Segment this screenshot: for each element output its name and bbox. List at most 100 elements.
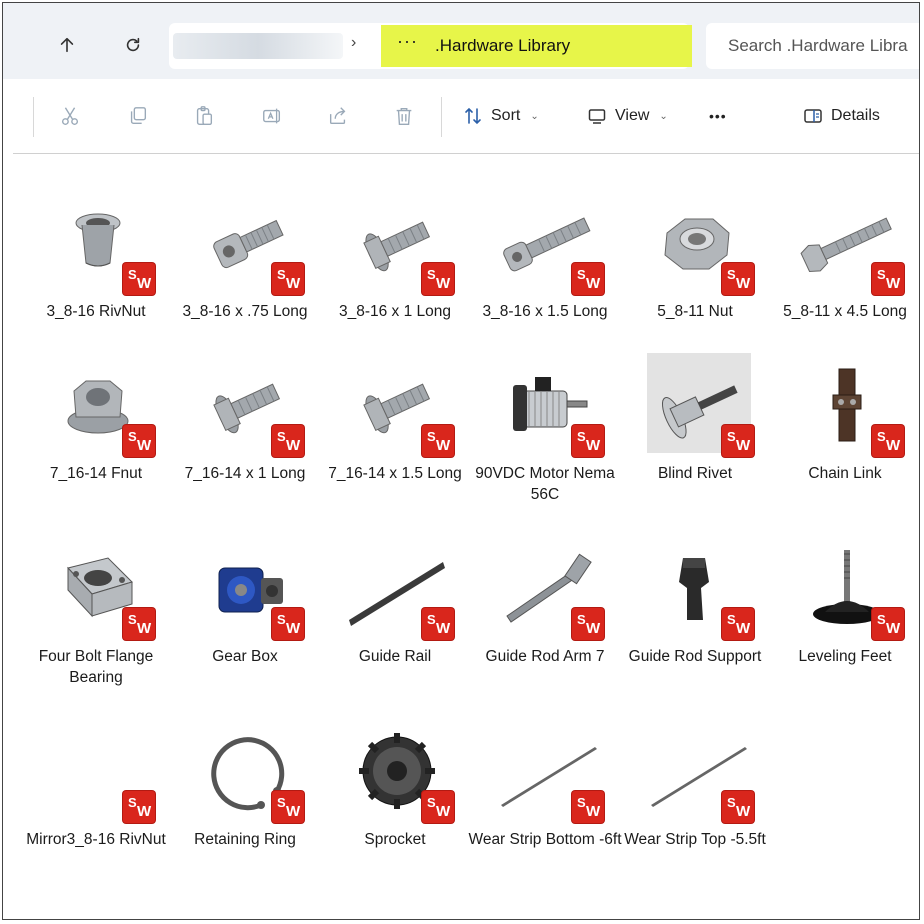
solidworks-badge-icon: SW	[722, 608, 754, 640]
solidworks-badge-icon: SW	[572, 263, 604, 295]
file-item[interactable]: S W 3_8-16 x .75 Long	[170, 153, 320, 323]
solidworks-badge-icon: SW	[422, 263, 454, 295]
solidworks-badge-icon: SW	[572, 791, 604, 823]
solidworks-badge-icon: SW	[572, 608, 604, 640]
file-name: Leveling Feet	[798, 648, 892, 665]
file-name: Mirror3_8-16 RivNut	[26, 831, 166, 848]
badge-letter: S	[128, 267, 137, 282]
file-item[interactable]: S W Four Bolt Flange Bearing	[21, 498, 171, 686]
file-item[interactable]: S W 3_8-16 RivNut	[21, 153, 171, 323]
file-item[interactable]: S W Guide Rod Arm 7	[470, 498, 620, 668]
solidworks-badge-icon: SW	[272, 263, 304, 295]
badge-letter: W	[137, 620, 152, 637]
file-grid: S W 3_8-16 RivNut S W 3_8-16 x .75 Long S W 3_8-…	[3, 153, 919, 919]
search-input[interactable]: Search .Hardware Libra	[728, 36, 908, 56]
file-item[interactable]: S W 7_16-14 Fnut	[21, 315, 171, 485]
solidworks-badge-icon: SW	[722, 425, 754, 457]
file-explorer-window: › ··· .Hardware Library Search .Hardware…	[2, 2, 920, 920]
badge-letter: S	[577, 795, 586, 810]
refresh-icon[interactable]	[113, 25, 153, 65]
file-item[interactable]: S W Mirror3_8-16 RivNut	[21, 681, 171, 851]
address-bar: › ··· .Hardware Library Search .Hardware…	[3, 3, 919, 79]
file-item[interactable]: S W 5_8-11 Nut	[620, 153, 770, 323]
badge-letter: S	[727, 612, 736, 627]
badge-letter: S	[577, 612, 586, 627]
rename-icon[interactable]	[259, 103, 285, 129]
badge-letter: S	[128, 795, 137, 810]
badge-letter: W	[736, 620, 751, 637]
badge-letter: S	[877, 429, 886, 444]
share-icon[interactable]	[325, 103, 351, 129]
sort-label: Sort	[491, 107, 521, 124]
file-item[interactable]: S W 7_16-14 x 1.5 Long	[320, 315, 470, 485]
toolbar-divider	[441, 97, 442, 137]
badge-letter: S	[128, 429, 137, 444]
breadcrumb-current-folder[interactable]: .Hardware Library	[435, 36, 570, 56]
chevron-down-icon: ⌄	[530, 110, 539, 122]
view-button[interactable]: View ⌄	[587, 103, 668, 129]
details-pane-icon	[804, 109, 822, 123]
details-button[interactable]: Details	[803, 103, 880, 129]
cut-icon[interactable]	[57, 103, 83, 129]
badge-letter: S	[277, 795, 286, 810]
badge-letter: S	[128, 612, 137, 627]
file-item[interactable]: S W Chain Link	[770, 315, 919, 485]
file-item[interactable]: S W 3_8-16 x 1 Long	[320, 153, 470, 323]
file-item[interactable]: S W Guide Rail	[320, 498, 470, 668]
sort-icon	[465, 107, 481, 125]
delete-icon[interactable]	[391, 103, 417, 129]
file-item[interactable]: S W 7_16-14 x 1 Long	[170, 315, 320, 485]
copy-icon[interactable]	[125, 103, 151, 129]
badge-letter: S	[277, 429, 286, 444]
details-label: Details	[831, 107, 880, 124]
file-item[interactable]: S W Wear Strip Bottom -6ft	[468, 681, 622, 851]
file-item[interactable]: S W 3_8-16 x 1.5 Long	[470, 153, 620, 323]
badge-letter: W	[436, 620, 451, 637]
badge-letter: S	[877, 267, 886, 282]
badge-letter: W	[736, 437, 751, 454]
badge-letter: S	[277, 612, 286, 627]
more-options-button[interactable]: •••	[709, 103, 727, 129]
sort-button[interactable]: Sort ⌄	[463, 103, 539, 129]
badge-letter: W	[286, 620, 301, 637]
file-name: Gear Box	[212, 648, 278, 665]
solidworks-badge-icon: SW	[872, 425, 904, 457]
up-arrow-icon[interactable]	[47, 25, 87, 65]
badge-letter: W	[736, 803, 751, 820]
paste-icon[interactable]	[191, 103, 217, 129]
badge-letter: W	[586, 620, 601, 637]
badge-letter: S	[427, 267, 436, 282]
badge-letter: S	[427, 612, 436, 627]
badge-letter: S	[577, 267, 586, 282]
solidworks-badge-icon: SW	[872, 263, 904, 295]
badge-letter: W	[586, 437, 601, 454]
badge-letter: W	[286, 803, 301, 820]
badge-letter: S	[727, 267, 736, 282]
file-item[interactable]: S W Wear Strip Top -5.5ft	[620, 681, 770, 851]
file-name: 7_16-14 x 1 Long	[184, 465, 306, 482]
file-name: Guide Rod Support	[628, 648, 762, 665]
file-item[interactable]: S W Sprocket	[320, 681, 470, 851]
search-box[interactable]: Search .Hardware Libra	[706, 23, 919, 69]
file-item[interactable]: S W Guide Rod Support	[620, 498, 770, 668]
badge-letter: S	[727, 429, 736, 444]
breadcrumb-overflow-button[interactable]: ···	[397, 31, 418, 52]
solidworks-badge-icon: SW	[722, 263, 754, 295]
file-item[interactable]: S W 90VDC Motor Nema 56C	[470, 315, 620, 503]
solidworks-badge-icon: SW	[123, 791, 155, 823]
view-label: View	[615, 107, 650, 124]
file-item[interactable]: S W Retaining Ring	[170, 681, 320, 851]
command-bar: Sort ⌄ View ⌄ ••• Details	[13, 79, 919, 154]
badge-letter: S	[877, 612, 886, 627]
file-item[interactable]: S W 5_8-11 x 4.5 Long	[770, 153, 919, 323]
file-item[interactable]: S W Blind Rivet	[620, 315, 770, 485]
file-item[interactable]: S W Leveling Feet	[770, 498, 919, 668]
badge-letter: W	[137, 275, 152, 292]
file-name: Guide Rail	[358, 648, 432, 665]
file-item[interactable]: S W Gear Box	[170, 498, 320, 668]
badge-letter: W	[137, 803, 152, 820]
badge-letter: W	[736, 275, 751, 292]
solidworks-badge-icon: SW	[272, 425, 304, 457]
badge-letter: W	[137, 437, 152, 454]
badge-letter: W	[286, 275, 301, 292]
